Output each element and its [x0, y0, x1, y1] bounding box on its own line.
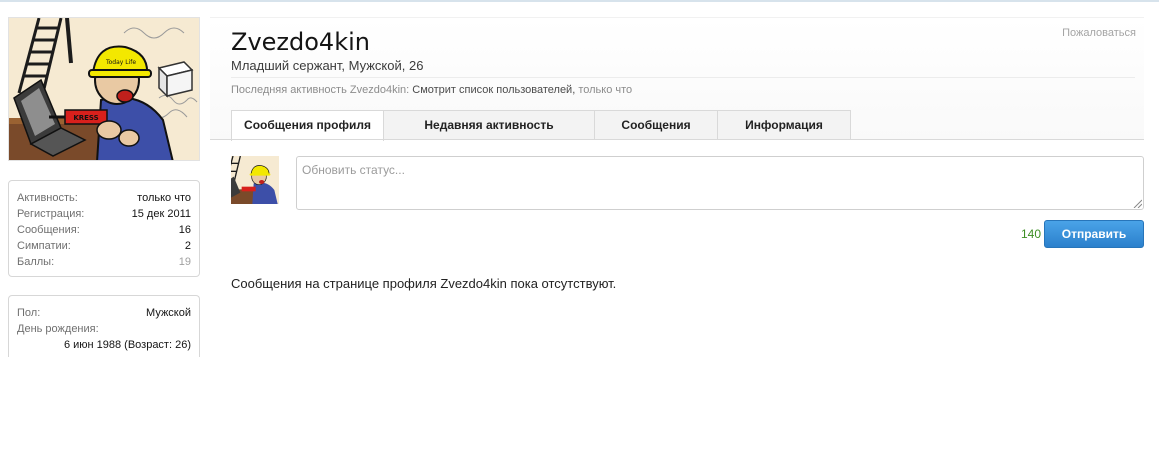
page-title: Zvezdo4kin — [231, 28, 370, 56]
stat-row: Активность: только что — [17, 190, 191, 206]
character-counter: 140 — [1021, 227, 1042, 241]
birthday-value: 6 июн 1988 (Возраст: 26) — [63, 339, 191, 351]
profile-tabs: Сообщения профиля Недавняя активность Со… — [231, 110, 851, 141]
status-input[interactable] — [296, 156, 1144, 210]
last-activity-time: только что — [578, 84, 633, 96]
header-divider — [231, 77, 1135, 78]
stat-label: Симпатии: — [17, 240, 71, 252]
tab-information[interactable]: Информация — [717, 110, 851, 140]
stats-panel: Активность: только что Регистрация: 15 д… — [8, 180, 200, 277]
tab-posts[interactable]: Сообщения — [594, 110, 718, 140]
stat-row[interactable]: Баллы: 19 — [17, 254, 191, 270]
helmet-text: Today Life — [105, 59, 136, 66]
report-link[interactable]: Пожаловаться — [1062, 27, 1136, 39]
top-border — [0, 0, 1159, 2]
stat-label: Регистрация: — [17, 208, 85, 220]
avatar-thumbnail — [231, 156, 279, 204]
last-activity: Последняя активность Zvezdo4kin: Смотрит… — [231, 84, 632, 96]
empty-posts-message: Сообщения на странице профиля Zvezdo4kin… — [231, 276, 617, 291]
stat-label: Активность: — [17, 192, 78, 204]
stat-row[interactable]: Сообщения: 16 — [17, 222, 191, 238]
stat-value[interactable]: 16 — [179, 222, 191, 238]
stat-label: Баллы: — [17, 256, 55, 268]
personal-panel: Пол: Мужской День рождения: 6 июн 1988 (… — [8, 295, 200, 357]
submit-status-button[interactable]: Отправить — [1044, 220, 1144, 248]
avatar-illustration: Today Life KRESS — [9, 18, 199, 160]
birthday-label: День рождения: — [17, 323, 99, 335]
last-activity-prefix: Последняя активность Zvezdo4kin: — [231, 84, 410, 96]
user-title-info: Младший сержант, Мужской, 26 — [231, 58, 424, 73]
drill-label: KRESS — [73, 114, 98, 122]
stat-value: только что — [137, 192, 191, 204]
resize-handle-icon[interactable] — [1133, 199, 1142, 208]
stat-row: Симпатии: 2 — [17, 238, 191, 254]
tab-profile-posts[interactable]: Сообщения профиля — [231, 110, 384, 141]
gender-label: Пол: — [17, 307, 41, 319]
avatar[interactable]: Today Life KRESS — [8, 17, 200, 161]
tabs-divider — [210, 139, 1144, 140]
current-user-avatar[interactable] — [231, 156, 279, 204]
stat-value: 2 — [184, 240, 191, 252]
stat-row: Регистрация: 15 дек 2011 — [17, 206, 191, 222]
stat-value[interactable]: 19 — [179, 254, 191, 270]
stat-label: Сообщения: — [17, 224, 80, 236]
gender-row: Пол: Мужской — [17, 305, 191, 321]
stat-value: 15 дек 2011 — [131, 208, 191, 220]
gender-value: Мужской — [146, 307, 191, 319]
last-activity-action[interactable]: Смотрит список пользователей, — [412, 84, 575, 96]
tab-recent-activity[interactable]: Недавняя активность — [383, 110, 595, 140]
